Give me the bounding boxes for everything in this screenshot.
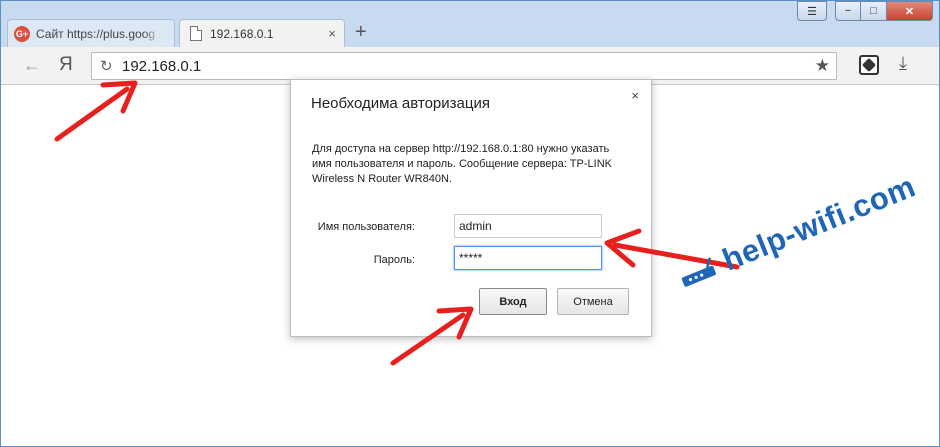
tab-label: 192.168.0.1	[210, 26, 274, 41]
document-icon	[190, 26, 202, 41]
tab-google-plus[interactable]: G+ Сайт https://plus.goog	[7, 19, 175, 47]
window-controls: ☰ − □ ✕	[797, 1, 933, 21]
router-icon	[681, 257, 716, 287]
back-arrow-icon[interactable]: ←	[23, 55, 41, 76]
browser-window: G+ Сайт https://plus.goog 192.168.0.1 × …	[0, 0, 940, 447]
login-button[interactable]: Вход	[479, 288, 547, 315]
password-input[interactable]	[454, 246, 602, 270]
extension-icon[interactable]	[859, 55, 879, 75]
cancel-button[interactable]: Отмена	[557, 288, 629, 315]
bookmark-star-icon[interactable]: ★	[815, 56, 830, 76]
close-window-button[interactable]: ✕	[887, 1, 933, 21]
tab-close-icon[interactable]: ×	[328, 26, 336, 41]
username-input[interactable]	[454, 214, 602, 238]
username-label: Имя пользователя:	[317, 221, 415, 233]
minimize-button[interactable]: −	[835, 1, 861, 21]
tab-strip: G+ Сайт https://plus.goog 192.168.0.1 × …	[1, 1, 939, 47]
menu-icon[interactable]: ☰	[797, 1, 827, 21]
download-icon[interactable]: ⤓	[899, 53, 907, 74]
reload-icon[interactable]: ↻	[100, 57, 113, 75]
auth-dialog: Необходима авторизация × Для доступа на …	[290, 79, 652, 337]
g-plus-icon: G+	[14, 25, 30, 42]
dialog-message: Для доступа на сервер http://192.168.0.1…	[312, 143, 612, 185]
tab-label: Сайт https://plus.goog	[36, 26, 156, 41]
tab-router[interactable]: 192.168.0.1 ×	[179, 19, 345, 47]
url-text[interactable]: 192.168.0.1	[122, 58, 201, 75]
site-watermark: help-wifi.com	[673, 168, 921, 296]
maximize-button[interactable]: □	[861, 1, 887, 21]
new-tab-button[interactable]: +	[355, 21, 367, 44]
password-label: Пароль:	[373, 254, 415, 266]
address-bar[interactable]: ↻ 192.168.0.1 ★	[91, 52, 837, 80]
watermark-text: help-wifi.com	[717, 168, 921, 278]
yandex-icon[interactable]: Я	[59, 54, 73, 76]
dialog-close-icon[interactable]: ×	[631, 88, 639, 103]
dialog-title: Необходима авторизация	[311, 95, 490, 112]
